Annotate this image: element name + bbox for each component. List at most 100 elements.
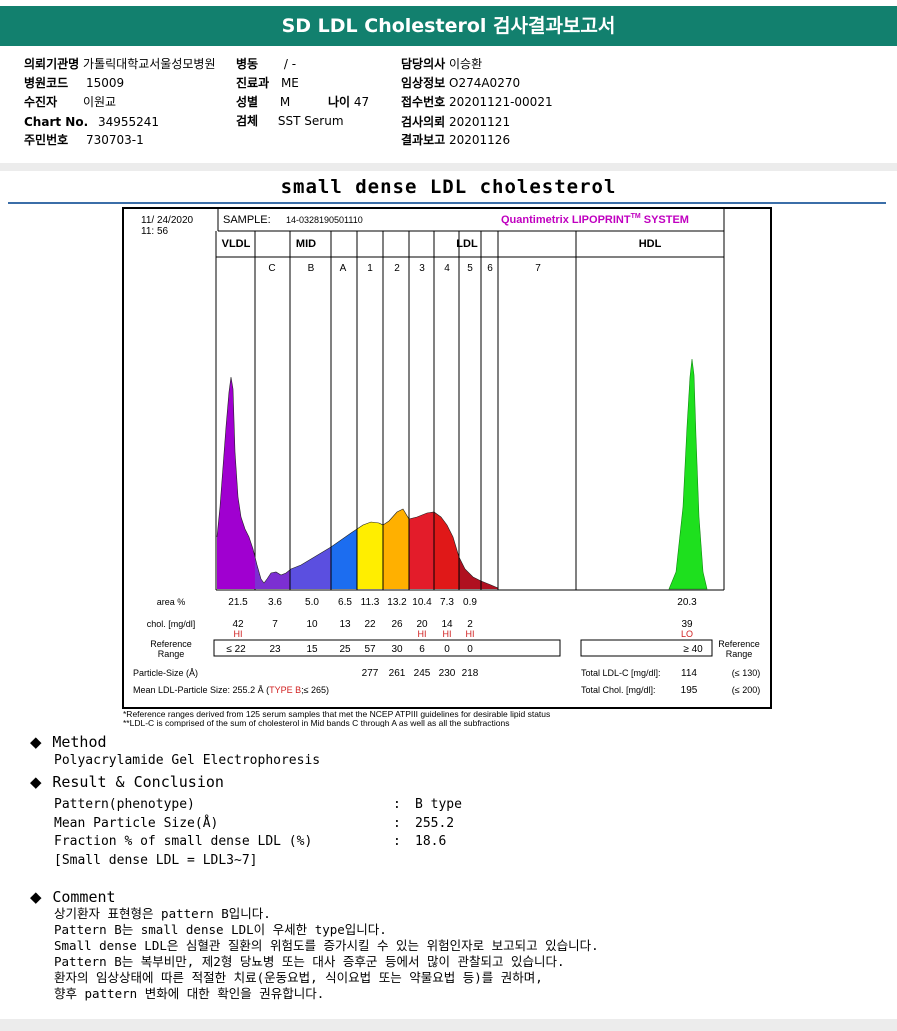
area-value-2: 13.2 bbox=[387, 597, 407, 608]
mean-label: Mean LDL-Particle Size: bbox=[133, 685, 233, 695]
report-date: 11/ 24/2020 bbox=[141, 215, 194, 226]
comment-heading: ◆ Comment bbox=[30, 888, 116, 906]
total-chol-ref: (≤ 200) bbox=[732, 685, 760, 695]
band-label-A: A bbox=[340, 263, 347, 274]
total-chol-label: Total Chol. [mg/dl]: bbox=[581, 685, 656, 695]
specimen-value: SST Serum bbox=[277, 114, 344, 128]
result-heading: ◆ Result & Conclusion bbox=[30, 773, 224, 791]
clinical-info-label: 임상정보 bbox=[401, 76, 446, 90]
row-label-ref-right: Range bbox=[726, 649, 753, 659]
receipt-label: 접수번호 bbox=[401, 95, 446, 109]
comment-line: 환자의 임상상태에 따른 적절한 치료(운동요법, 식이요법 또는 약물요법 등… bbox=[54, 970, 543, 985]
clinical-info-row: 임상정보 O274A0270 bbox=[401, 76, 520, 90]
receipt-row: 접수번호 20201121-00021 bbox=[401, 95, 553, 109]
total-ldl-ref: (≤ 130) bbox=[732, 668, 760, 678]
lipoprint-chart: 11/ 24/2020 11: 56 SAMPLE: 14-0328190501… bbox=[122, 207, 772, 728]
chol-value-1: 22 bbox=[364, 619, 376, 630]
section-rule bbox=[8, 202, 886, 204]
header-divider bbox=[0, 163, 897, 171]
comment-heading-text: Comment bbox=[52, 888, 116, 906]
comment-line: 향후 pattern 변화에 대한 확인을 권유합니다. bbox=[54, 986, 325, 1001]
area-value-vldl: 21.5 bbox=[228, 597, 248, 608]
brand-tm: TM bbox=[631, 213, 641, 220]
row-label-ref: Range bbox=[158, 649, 185, 659]
comment-line: Pattern B는 small dense LDL이 우세한 type입니다. bbox=[54, 922, 387, 937]
institution-value: 가톨릭대학교서울성모병원 bbox=[83, 57, 216, 71]
diamond-icon: ◆ bbox=[30, 773, 42, 791]
brand-name: Quantimetrix LIPOPRINT bbox=[501, 214, 631, 226]
comment-line: Small dense LDL은 심혈관 질환의 위험도를 증가시킬 수 있는 … bbox=[54, 938, 599, 953]
chart-no-label: Chart No. bbox=[24, 115, 89, 129]
specimen-row: 검체 SST Serum bbox=[236, 114, 344, 128]
institution-label: 의뢰기관명 bbox=[24, 57, 80, 71]
chol-value-2: 26 bbox=[391, 619, 403, 630]
lipoprint-report: 11/ 24/2020 11: 56 SAMPLE: 14-0328190501… bbox=[121, 207, 773, 728]
diamond-icon: ◆ bbox=[30, 888, 42, 906]
area-value-5: 0.9 bbox=[463, 597, 477, 608]
method-text: Polyacrylamide Gel Electrophoresis bbox=[54, 753, 321, 768]
ref-value-B: 15 bbox=[306, 644, 318, 655]
dept-row: 진료과 ME bbox=[236, 76, 299, 90]
row-label-size: Particle-Size (Å) bbox=[133, 668, 198, 678]
ref-value-vldl: ≤ 22 bbox=[226, 644, 246, 655]
section-title: small dense LDL cholesterol bbox=[280, 176, 617, 198]
receipt-value: 20201121-00021 bbox=[449, 95, 553, 109]
diamond-icon: ◆ bbox=[30, 733, 42, 751]
band-label-2: 2 bbox=[394, 263, 400, 274]
chol-value-C: 7 bbox=[272, 619, 278, 630]
area-value-4: 7.3 bbox=[440, 597, 454, 608]
doctor-row: 담당의사 이승환 bbox=[401, 57, 482, 71]
band-label-C: C bbox=[268, 263, 275, 274]
result-label: Fraction % of small dense LDL (%) bbox=[54, 834, 313, 849]
comment-line: 상기환자 표현형은 pattern B입니다. bbox=[54, 906, 271, 921]
size-value-2: 261 bbox=[389, 668, 406, 679]
group-ldl-label: LDL bbox=[456, 238, 478, 250]
report-date-value: 20201126 bbox=[449, 133, 511, 147]
specimen-label: 검체 bbox=[236, 114, 259, 128]
total-ldl-label: Total LDL-C [mg/dl]: bbox=[581, 668, 661, 678]
ref-value-C: 23 bbox=[269, 644, 281, 655]
age-label: 나이 bbox=[328, 95, 351, 109]
row-label-ref: Reference bbox=[150, 639, 192, 649]
size-value-3: 245 bbox=[414, 668, 431, 679]
age-row: 나이 47 bbox=[328, 95, 369, 109]
chol-value-A: 13 bbox=[339, 619, 351, 630]
report-date-row: 결과보고 20201126 bbox=[401, 133, 510, 147]
ref-value-A: 25 bbox=[339, 644, 351, 655]
hospital-code-label: 병원코드 bbox=[24, 76, 69, 90]
age-value: 47 bbox=[353, 95, 370, 109]
area-value-3: 10.4 bbox=[412, 597, 432, 608]
dept-value: ME bbox=[280, 76, 299, 90]
area-value-A: 6.5 bbox=[338, 597, 352, 608]
name-value: 이원교 bbox=[82, 95, 117, 109]
resident-no-label: 주민번호 bbox=[24, 133, 69, 147]
chart-no-value: 34955241 bbox=[97, 115, 160, 129]
result-heading-text: Result & Conclusion bbox=[52, 773, 224, 791]
result-label: Pattern(phenotype) bbox=[54, 797, 195, 812]
band-label-4: 4 bbox=[444, 263, 450, 274]
result-note: [Small dense LDL = LDL3~7] bbox=[54, 853, 258, 868]
area-value-1: 11.3 bbox=[361, 597, 380, 608]
resident-no-value: 730703-1 bbox=[86, 133, 144, 147]
chart-no-row: Chart No. 34955241 bbox=[24, 115, 159, 129]
method-heading-text: Method bbox=[52, 733, 107, 751]
resident-no-row: 주민번호 730703-1 bbox=[24, 133, 144, 147]
result-value: B type bbox=[415, 797, 462, 812]
brand-suffix: SYSTEM bbox=[641, 214, 689, 226]
report-title: SD LDL Cholesterol 검사결과보고서 bbox=[0, 6, 897, 46]
band-label-1: 1 bbox=[367, 263, 373, 274]
result-value: 18.6 bbox=[415, 834, 447, 849]
doctor-value: 이승환 bbox=[449, 57, 483, 71]
size-value-5: 218 bbox=[462, 668, 479, 679]
band-label-6: 6 bbox=[487, 263, 493, 274]
area-value-B: 5.0 bbox=[305, 597, 319, 608]
peak-ldl3 bbox=[409, 512, 434, 589]
mean-value: 255.2 Å bbox=[233, 685, 267, 695]
size-value-4: 230 bbox=[439, 668, 456, 679]
group-hdl-label: HDL bbox=[639, 238, 662, 250]
flag-5: HI bbox=[466, 629, 475, 639]
mean-type: TYPE B bbox=[269, 685, 301, 695]
peak-ldl1 bbox=[357, 522, 383, 589]
sex-row: 성별 M bbox=[236, 95, 290, 109]
row-label-ref-right: Reference bbox=[718, 639, 760, 649]
